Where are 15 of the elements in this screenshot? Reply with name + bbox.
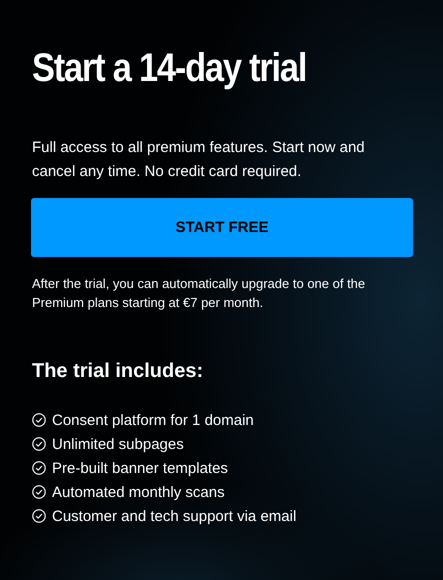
- feature-text: Unlimited subpages: [52, 436, 184, 452]
- intro-text: Full access to all premium features. Start now and cancel any time. No credit card required.: [32, 138, 366, 182]
- feature-text: Automated monthly scans: [52, 484, 225, 500]
- check-circle-icon: [32, 509, 46, 523]
- check-circle-icon: [32, 485, 46, 499]
- check-circle-icon: [32, 437, 46, 451]
- feature-text: Consent platform for 1 domain: [52, 412, 254, 428]
- upgrade-note: After the trial, you can automatically upgrade to one of the Premium plans starting at €7 per month.: [32, 275, 366, 312]
- page-title: Start a 14-day trial: [32, 45, 306, 92]
- feature-text: Customer and tech support via email: [52, 508, 296, 524]
- includes-heading: The trial includes:: [32, 359, 204, 384]
- start-free-button[interactable]: START FREE: [31, 198, 413, 257]
- feature-text: Pre-built banner templates: [52, 460, 228, 476]
- check-circle-icon: [32, 461, 46, 475]
- check-circle-icon: [32, 413, 46, 427]
